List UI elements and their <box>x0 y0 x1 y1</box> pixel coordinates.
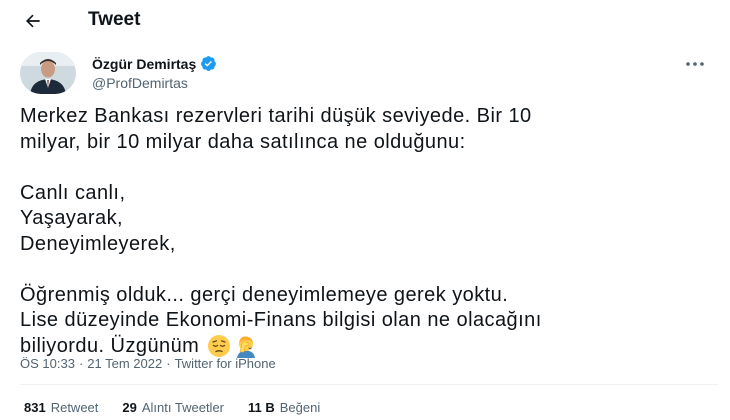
page-title: Tweet <box>88 9 141 30</box>
tweet-line: biliyordu. Üzgünüm <box>20 334 200 357</box>
user-handle[interactable]: @ProfDemirtas <box>92 75 217 91</box>
meta-separator: · <box>78 356 84 371</box>
tweet-time[interactable]: ÖS 10:33 <box>20 356 75 371</box>
person-facepalming-emoji-icon <box>237 336 256 359</box>
tweet-line: Lise düzeyinde Ekonomi-Finans bilgisi ol… <box>20 309 542 331</box>
tweet-date[interactable]: 21 Tem 2022 <box>87 356 162 371</box>
retweets-stat[interactable]: 831 Retweet <box>24 400 98 415</box>
more-options-button[interactable] <box>680 52 710 76</box>
tweet-line: Öğrenmiş olduk... gerçi deneyimlemeye ge… <box>20 283 509 306</box>
tweet-line: Yaşayarak, <box>20 207 124 229</box>
tweet-header: Tweet <box>0 0 730 42</box>
back-button[interactable] <box>18 6 48 36</box>
tweet-text: Merkez Bankası rezervleri tarihi düşük s… <box>20 104 720 359</box>
tweet-metadata: ÖS 10:33 · 21 Tem 2022 · Twitter for iPh… <box>20 356 276 371</box>
likes-count: 11 B <box>248 400 275 415</box>
tweet-line: Deneyimleyerek, <box>20 232 176 255</box>
tweet-line: milyar, bir 10 milyar daha satılınca ne … <box>20 130 466 153</box>
verified-badge-icon <box>201 56 217 72</box>
display-name[interactable]: Özgür Demirtaş <box>92 56 196 72</box>
retweets-count: 831 <box>24 400 46 415</box>
quote-tweets-count: 29 <box>122 400 137 415</box>
tweet-paragraph: Canlı canlı, Yaşayarak, Deneyimleyerek, <box>20 181 720 258</box>
quote-tweets-label: Alıntı Tweetler <box>141 400 225 415</box>
quote-tweets-stat[interactable]: 29 Alıntı Tweetler <box>122 400 224 415</box>
tweet-paragraph: Merkez Bankası rezervleri tarihi düşük s… <box>20 104 720 155</box>
avatar-image <box>20 52 76 94</box>
avatar[interactable] <box>20 52 76 94</box>
tweet-stats: 831 Retweet 29 Alıntı Tweetler 11 B Beğe… <box>24 400 344 415</box>
back-arrow-icon <box>26 14 40 28</box>
tweet-line: Merkez Bankası rezervleri tarihi düşük s… <box>20 105 532 127</box>
meta-separator: · <box>166 356 171 371</box>
pensive-face-emoji-icon <box>208 335 231 358</box>
divider <box>20 384 718 385</box>
tweet-line: Canlı canlı, <box>20 181 126 204</box>
retweets-label: Retweet <box>50 400 99 415</box>
tweet-paragraph: Öğrenmiş olduk... gerçi deneyimlemeye ge… <box>20 283 720 360</box>
more-icon <box>686 62 704 66</box>
likes-label: Beğeni <box>279 400 321 415</box>
likes-stat[interactable]: 11 B Beğeni <box>248 400 320 415</box>
tweet-source[interactable]: Twitter for iPhone <box>175 356 276 371</box>
tweet-author: Özgür Demirtaş @ProfDemirtas <box>20 52 710 96</box>
